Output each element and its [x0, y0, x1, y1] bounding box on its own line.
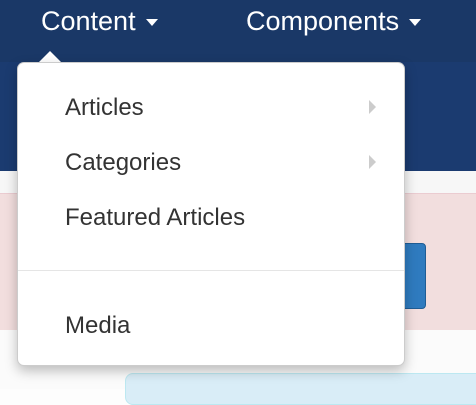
content-dropdown-menu: Articles Categories Featured Articles Me… [17, 62, 405, 366]
chevron-right-icon [369, 155, 376, 169]
nav-content-label: Content [41, 6, 136, 36]
menu-item-media[interactable]: Media [65, 308, 130, 344]
menu-divider [18, 270, 404, 271]
menu-item-featured-articles[interactable]: Featured Articles [65, 200, 245, 236]
menu-item-articles[interactable]: Articles [65, 90, 144, 126]
caret-down-icon [145, 19, 158, 27]
menu-item-categories[interactable]: Categories [65, 145, 181, 181]
top-navbar: Content Components [0, 0, 476, 62]
info-message-box [125, 373, 476, 405]
caret-down-icon [409, 19, 422, 27]
nav-menu-content[interactable]: Content [41, 0, 158, 46]
nav-components-label: Components [246, 6, 400, 36]
chevron-right-icon [369, 100, 376, 114]
nav-menu-components[interactable]: Components [246, 0, 422, 46]
